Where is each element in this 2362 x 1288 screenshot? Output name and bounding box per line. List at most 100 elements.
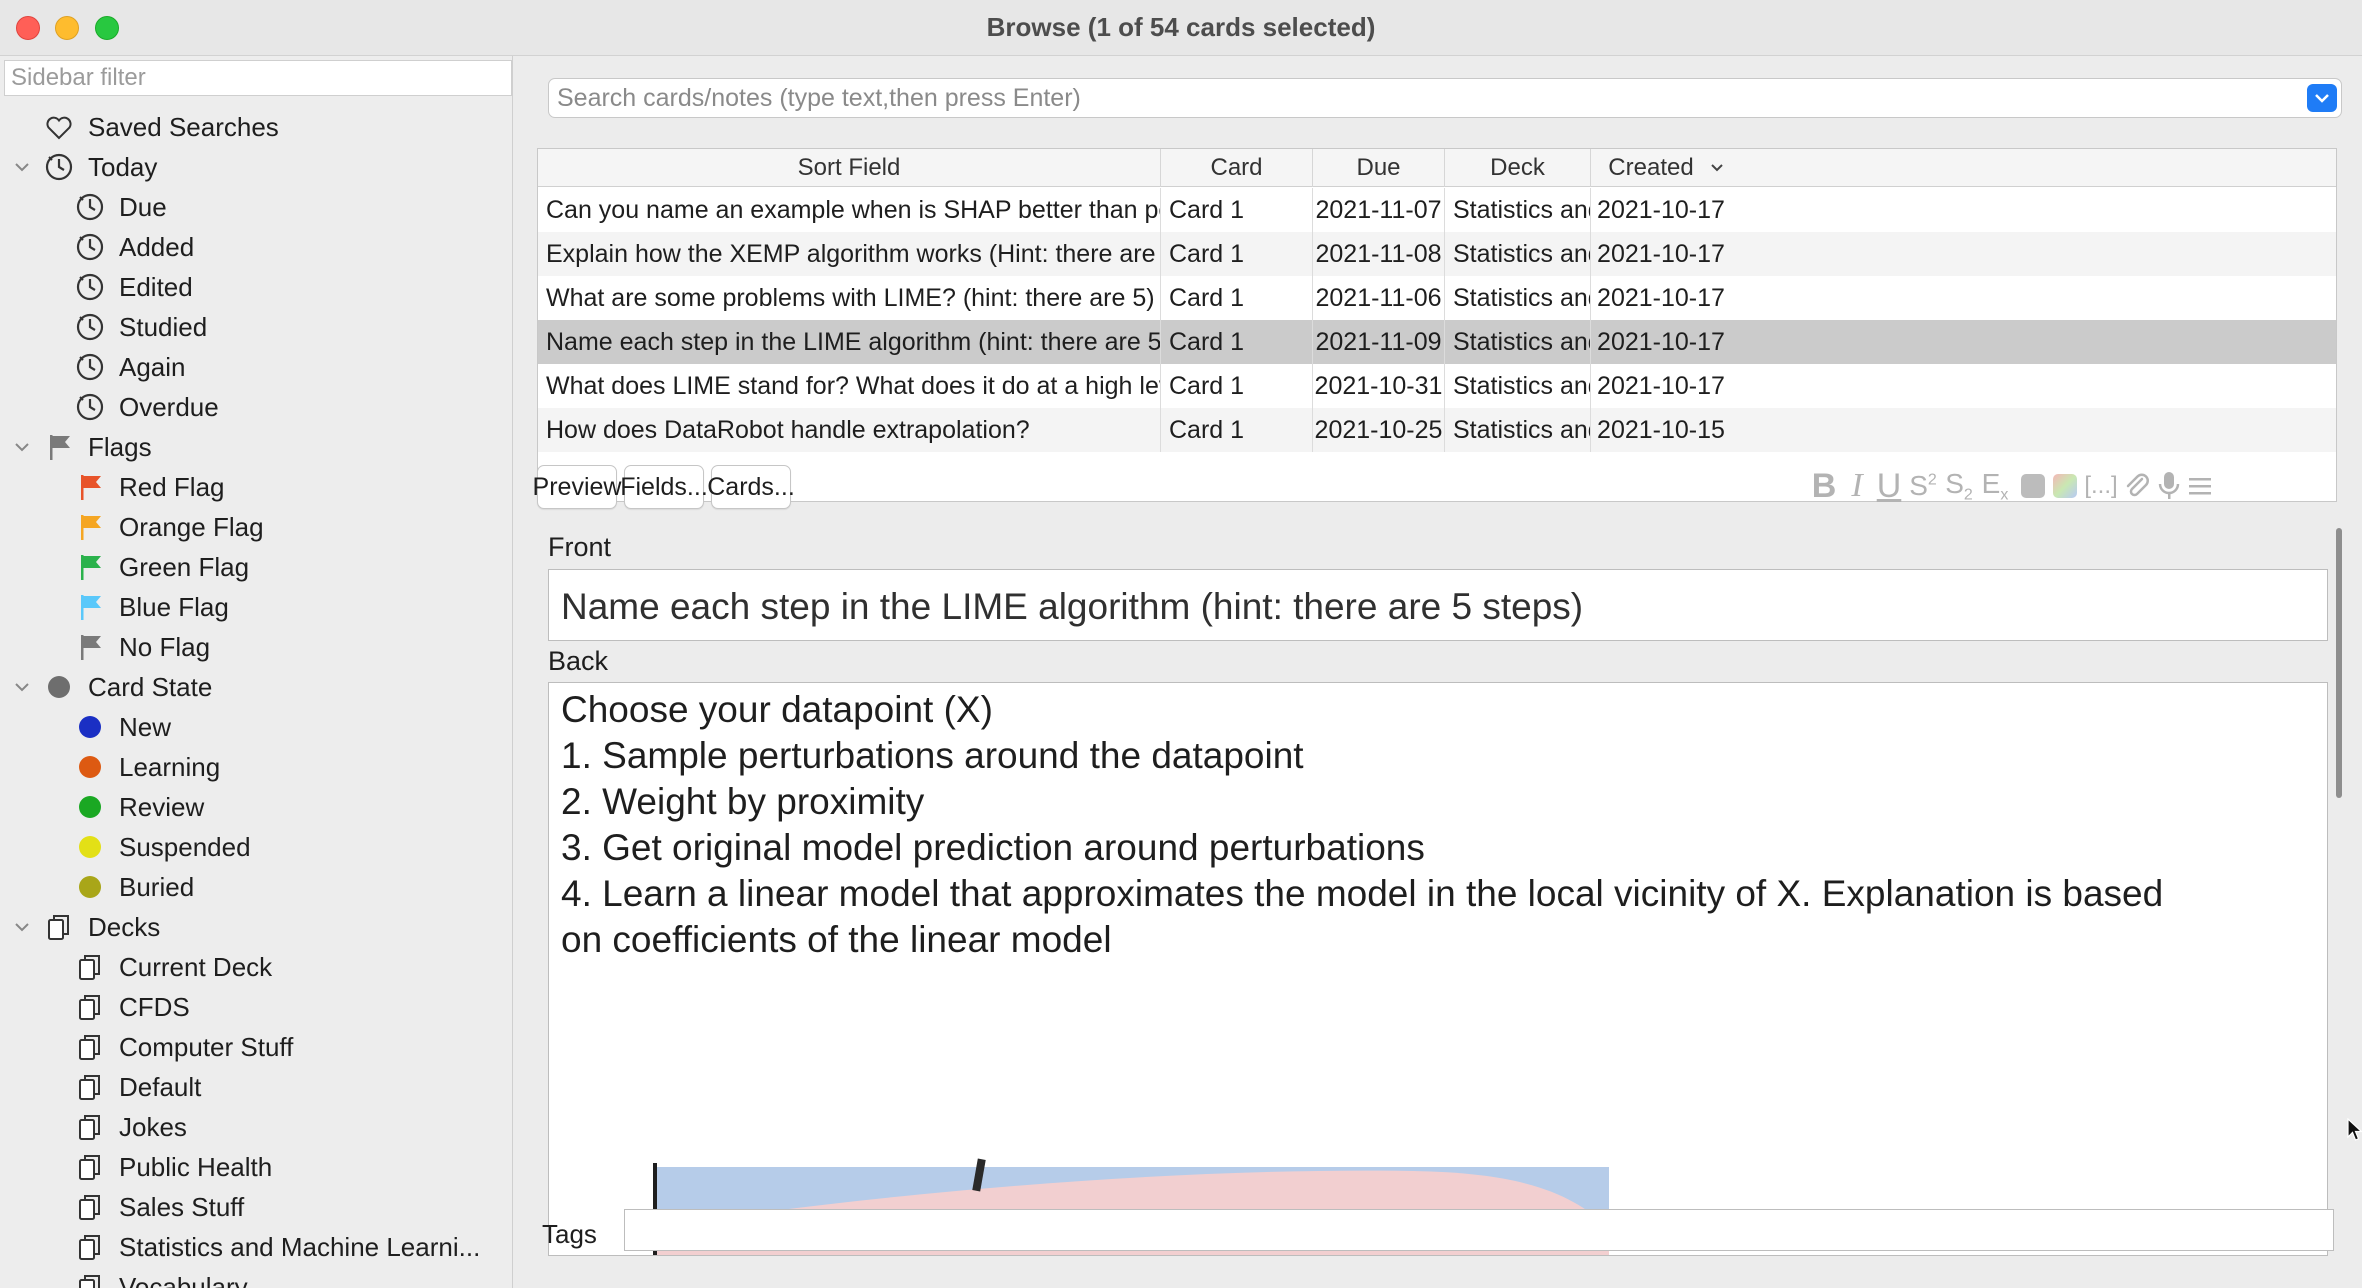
column-created[interactable]: Created — [1591, 149, 1711, 187]
highlight-color-button[interactable] — [2050, 468, 2080, 504]
sidebar-item-buried[interactable]: Buried — [75, 867, 194, 907]
highlight-color-icon — [2053, 474, 2077, 498]
column-card[interactable]: Card — [1161, 149, 1313, 187]
sidebar-item-label: Today — [88, 151, 158, 182]
superscript-icon: S2 — [1909, 470, 1937, 502]
chevron-down-icon[interactable] — [12, 427, 32, 467]
sidebar-item-label: Vocabulary — [119, 1271, 248, 1288]
sidebar-item-label: Public Health — [119, 1151, 273, 1182]
table-row-selected[interactable]: Name each step in the LIME algorithm (hi… — [538, 320, 2336, 364]
sidebar-item-jokes[interactable]: Jokes — [75, 1107, 187, 1147]
front-field-text[interactable]: Name each step in the LIME algorithm (hi… — [561, 586, 1583, 628]
sidebar-item-label: Computer Stuff — [119, 1031, 294, 1062]
table-row[interactable]: Explain how the XEMP algorithm works (Hi… — [538, 232, 2336, 276]
mouse-cursor-icon — [2347, 1118, 2362, 1141]
sidebar-item-due[interactable]: Due — [75, 187, 167, 227]
record-audio-button[interactable] — [2154, 468, 2184, 504]
cloze-icon: [...] — [2084, 472, 2118, 499]
preview-button[interactable]: Preview — [533, 465, 621, 509]
attach-button[interactable] — [2122, 468, 2152, 504]
sidebar-item-studied[interactable]: Studied — [75, 307, 207, 347]
front-field[interactable]: Name each step in the LIME algorithm (hi… — [548, 569, 2328, 641]
back-field-label: Back — [548, 646, 609, 676]
sidebar-item-added[interactable]: Added — [75, 227, 194, 267]
cloze-button[interactable]: [...] — [2082, 468, 2120, 504]
superscript-glyph: S — [1909, 470, 1928, 501]
sidebar-item-label: Decks — [88, 911, 161, 942]
back-field-line: 3. Get original model prediction around … — [561, 827, 1425, 868]
sidebar-item-decks[interactable]: Decks — [15, 907, 161, 947]
search-history-dropdown[interactable] — [2307, 84, 2337, 112]
sidebar-item-overdue[interactable]: Overdue — [75, 387, 219, 427]
column-due[interactable]: Due — [1313, 149, 1445, 187]
sidebar-item-computer-stuff[interactable]: Computer Stuff — [75, 1027, 293, 1067]
table-row[interactable]: What does LIME stand for? What does it d… — [538, 364, 2336, 408]
fields-button[interactable]: Fields... — [620, 465, 708, 509]
column-deck[interactable]: Deck — [1445, 149, 1591, 187]
chevron-down-icon[interactable] — [12, 907, 32, 947]
table-row[interactable]: What are some problems with LIME? (hint:… — [538, 276, 2336, 320]
subscript-button[interactable]: S2 — [1942, 468, 1976, 504]
clear-format-button[interactable]: Ex — [1978, 468, 2012, 504]
sidebar-item-vocabulary[interactable]: Vocabulary — [75, 1267, 248, 1288]
clock-icon — [75, 312, 105, 342]
clear-format-icon: Ex — [1982, 468, 2009, 505]
superscript-button[interactable]: S2 — [1906, 468, 1940, 504]
sidebar: Saved Searches Today Due Added Edited Studied… — [0, 56, 513, 1288]
sidebar-item-label: Overdue — [119, 391, 219, 422]
sidebar-item-blue-flag[interactable]: Blue Flag — [75, 587, 229, 627]
sidebar-item-new[interactable]: New — [75, 707, 171, 747]
editor-scrollbar-thumb[interactable] — [2336, 528, 2342, 798]
sidebar-item-today[interactable]: Today — [15, 147, 158, 187]
cell-due: 2021-10-31 — [1313, 364, 1445, 408]
sidebar-item-learning[interactable]: Learning — [75, 747, 220, 787]
sidebar-item-label: Statistics and Machine Learni... — [119, 1231, 481, 1262]
column-sort-field[interactable]: Sort Field — [538, 149, 1161, 187]
sidebar-item-card-state[interactable]: Card State — [15, 667, 212, 707]
circle-icon — [79, 836, 101, 858]
table-row[interactable]: How does DataRobot handle extrapolation?… — [538, 408, 2336, 452]
sidebar-item-saved-searches[interactable]: Saved Searches — [44, 107, 279, 147]
editor-scrollbar[interactable] — [2332, 468, 2346, 1258]
chevron-down-icon[interactable] — [12, 667, 32, 707]
sort-descending-icon[interactable] — [1705, 149, 1729, 187]
more-options-button[interactable] — [2186, 468, 2214, 504]
chevron-down-icon[interactable] — [12, 147, 32, 187]
sidebar-filter-input[interactable] — [4, 60, 512, 96]
underline-button[interactable]: U — [1874, 467, 1904, 505]
sidebar-item-green-flag[interactable]: Green Flag — [75, 547, 249, 587]
sidebar-item-orange-flag[interactable]: Orange Flag — [75, 507, 264, 547]
circle-icon — [79, 756, 101, 778]
bold-button[interactable]: B — [1808, 467, 1840, 505]
superscript-mark: 2 — [1927, 471, 1937, 489]
tags-input[interactable] — [624, 1209, 2334, 1251]
sidebar-item-edited[interactable]: Edited — [75, 267, 193, 307]
text-color-button[interactable] — [2018, 468, 2048, 504]
back-field[interactable]: Choose your datapoint (X) 1. Sample pertu… — [548, 682, 2328, 1256]
sidebar-item-label: Current Deck — [119, 951, 273, 982]
italic-button[interactable]: I — [1842, 467, 1872, 504]
back-field-line: on coefficients of the linear model — [561, 919, 1112, 960]
cell-created: 2021-10-17 — [1597, 371, 1725, 400]
sidebar-item-label: Jokes — [119, 1111, 187, 1142]
sidebar-item-statistics-and-machine-learni[interactable]: Statistics and Machine Learni... — [75, 1227, 480, 1267]
table-row[interactable]: Can you name an example when is SHAP bet… — [538, 188, 2336, 232]
italic-icon: I — [1851, 467, 1863, 504]
sidebar-item-public-health[interactable]: Public Health — [75, 1147, 272, 1187]
sidebar-item-again[interactable]: Again — [75, 347, 186, 387]
sidebar-item-sales-stuff[interactable]: Sales Stuff — [75, 1187, 244, 1227]
deck-icon — [75, 952, 105, 982]
sidebar-item-default[interactable]: Default — [75, 1067, 201, 1107]
sidebar-item-no-flag[interactable]: No Flag — [75, 627, 210, 667]
search-input[interactable] — [557, 79, 2297, 117]
sidebar-item-current-deck[interactable]: Current Deck — [75, 947, 272, 987]
sidebar-item-review[interactable]: Review — [75, 787, 204, 827]
sidebar-item-flags[interactable]: Flags — [15, 427, 152, 467]
cell-due: 2021-11-08 — [1313, 232, 1445, 276]
sidebar-item-suspended[interactable]: Suspended — [75, 827, 251, 867]
deck-icon — [75, 1032, 105, 1062]
sidebar-item-cfds[interactable]: CFDS — [75, 987, 190, 1027]
sidebar-item-red-flag[interactable]: Red Flag — [75, 467, 225, 507]
sidebar-item-label: Review — [119, 791, 205, 822]
cards-button[interactable]: Cards... — [707, 465, 795, 509]
